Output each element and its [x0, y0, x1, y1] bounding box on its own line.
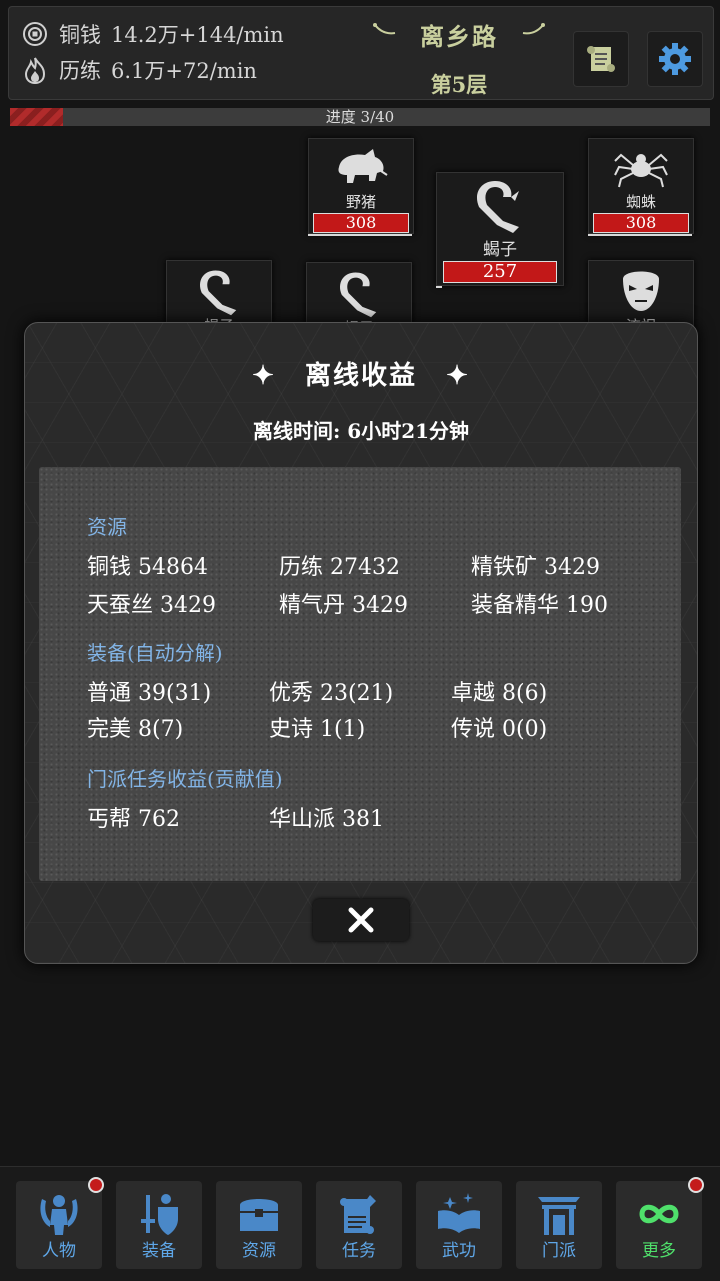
flame-icon — [21, 56, 49, 84]
offline-rewards-dialog: ✦ 离线收益 ✦ 离线时间: 6小时21分钟 资源 铜钱 54864 历练 27… — [24, 322, 698, 964]
scroll-icon — [587, 46, 615, 72]
enemy-name: 蝎子 — [483, 240, 517, 260]
enemy-name: 野猪 — [345, 193, 376, 211]
sword-shield-icon — [141, 1194, 178, 1235]
top-status-bar: 铜钱 14.2万+144/min 历练 6.1万+72/min 离乡路 第5层 — [8, 6, 714, 100]
mask-icon — [623, 271, 659, 311]
chest-icon — [240, 1199, 278, 1231]
copper-resource: 铜钱 14.2万+144/min — [21, 19, 284, 49]
reward-item: 优秀 23(21) — [269, 681, 394, 706]
quest-scroll-icon — [340, 1195, 376, 1234]
section-title-resources: 资源 — [87, 515, 127, 539]
reward-item: 精铁矿 3429 — [471, 555, 600, 580]
nav-resources[interactable]: 资源 — [216, 1181, 302, 1269]
training-value: 6.1万+72/min — [111, 59, 257, 83]
section-title-equipment: 装备(自动分解) — [87, 641, 223, 665]
nav-label: 武功 — [442, 1241, 476, 1261]
enemy-card-selected[interactable]: 蝎子 257 — [436, 172, 564, 286]
reward-item: 丐帮 762 — [87, 807, 180, 832]
section-title-sect: 门派任务收益(贡献值) — [87, 767, 283, 791]
reward-item: 史诗 1(1) — [269, 717, 366, 742]
reward-item: 历练 27432 — [279, 555, 400, 580]
enemy-card[interactable]: 野猪 308 — [308, 138, 414, 234]
training-resource: 历练 6.1万+72/min — [21, 55, 257, 85]
character-icon — [40, 1195, 78, 1235]
enemy-hp: 308 — [313, 213, 409, 233]
scorpion-icon — [340, 272, 377, 318]
infinity-icon — [639, 1204, 679, 1224]
close-icon — [348, 907, 374, 933]
sparkle-icon: ✦ — [446, 361, 470, 391]
nav-sect[interactable]: 门派 — [516, 1181, 602, 1269]
scroll-button[interactable] — [573, 31, 629, 87]
reward-item: 华山派 381 — [269, 807, 384, 832]
reward-item: 装备精华 190 — [471, 593, 608, 618]
enemy-name: 蜘蛛 — [625, 193, 656, 211]
nav-label: 更多 — [642, 1241, 676, 1261]
enemy-target-line — [436, 286, 442, 288]
enemy-hp: 257 — [443, 261, 557, 283]
nav-martial-arts[interactable]: 武功 — [416, 1181, 502, 1269]
sparkle-icon: ✦ — [252, 361, 276, 391]
reward-item: 卓越 8(6) — [451, 681, 548, 706]
nav-label: 任务 — [342, 1241, 376, 1261]
copper-label: 铜钱 — [59, 23, 101, 47]
reward-item: 普通 39(31) — [87, 681, 212, 706]
nav-more[interactable]: 更多 — [616, 1177, 704, 1269]
enemy-target-line — [308, 234, 412, 236]
notification-badge — [688, 1177, 704, 1193]
enemy-target-line — [588, 234, 692, 236]
title-ornament — [373, 23, 545, 35]
nav-quests[interactable]: 任务 — [316, 1181, 402, 1269]
book-icon — [438, 1193, 480, 1233]
gear-icon — [659, 43, 691, 75]
nav-label: 人物 — [42, 1241, 76, 1261]
boar-icon — [338, 149, 388, 183]
reward-item: 传说 0(0) — [451, 717, 548, 742]
copper-value: 14.2万+144/min — [111, 23, 284, 47]
gate-icon — [538, 1197, 580, 1235]
nav-label: 装备 — [142, 1241, 176, 1261]
level-progress-bar: 进度 3/40 — [10, 108, 710, 126]
floor-label: 第5层 — [430, 72, 488, 97]
scorpion-icon — [476, 181, 519, 233]
spider-icon — [614, 153, 668, 188]
nav-character[interactable]: 人物 — [16, 1177, 104, 1269]
dialog-title: ✦ 离线收益 ✦ — [252, 361, 470, 391]
rewards-panel: 资源 铜钱 54864 历练 27432 精铁矿 3429 天蚕丝 3429 精… — [39, 467, 681, 881]
reward-item: 铜钱 54864 — [87, 555, 208, 580]
nav-equipment[interactable]: 装备 — [116, 1181, 202, 1269]
nav-label: 资源 — [242, 1241, 276, 1261]
training-label: 历练 — [59, 59, 101, 83]
reward-item: 天蚕丝 3429 — [87, 593, 216, 618]
close-button[interactable] — [313, 899, 409, 941]
offline-time: 离线时间: 6小时21分钟 — [252, 419, 470, 443]
bottom-navigation: 人物 装备 资源 任务 武功 门派 更多 — [0, 1166, 720, 1281]
progress-label: 进度 3/40 — [325, 108, 395, 126]
coin-icon — [21, 20, 49, 48]
settings-button[interactable] — [647, 31, 703, 87]
enemy-hp: 308 — [593, 213, 689, 233]
reward-item: 精气丹 3429 — [279, 593, 408, 618]
nav-label: 门派 — [542, 1241, 576, 1261]
enemy-card[interactable]: 蜘蛛 308 — [588, 138, 694, 234]
scorpion-icon — [200, 270, 237, 316]
location-title: 离乡路 — [369, 17, 549, 52]
reward-item: 完美 8(7) — [87, 717, 184, 742]
notification-badge — [88, 1177, 104, 1193]
